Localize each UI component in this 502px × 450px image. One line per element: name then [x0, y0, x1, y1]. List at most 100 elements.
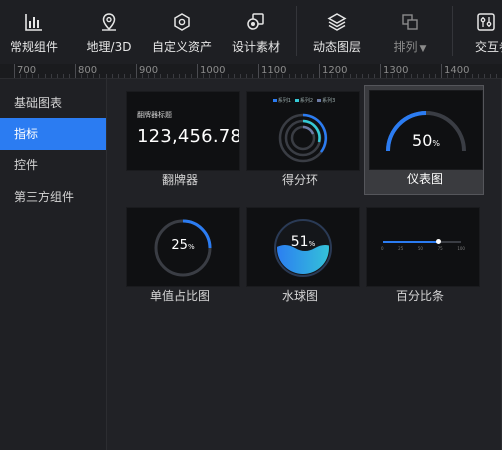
toolbar-label: 地理/3D: [86, 40, 132, 54]
ruler-minor-tick: [239, 74, 241, 78]
card-score-ring[interactable]: 系列1 系列2 系列3 得分环: [240, 85, 360, 195]
ruler-minor-tick: [50, 74, 52, 78]
card-gauge[interactable]: 50% 仪表图: [364, 85, 484, 195]
ruler-minor-tick: [325, 74, 327, 78]
single-value-ratio-thumbnail: 25%: [126, 207, 240, 287]
ruler-minor-tick: [306, 74, 308, 78]
toolbar-geo-3d[interactable]: 地理/3D: [84, 0, 134, 64]
ruler-minor-tick: [471, 74, 473, 78]
sidebar-item-basic-charts[interactable]: 基础图表: [0, 87, 106, 119]
flip-counter-thumbnail: 翻牌器标题 123,456.78: [126, 91, 240, 171]
ruler-minor-tick: [373, 74, 375, 78]
ruler-minor-tick: [20, 74, 22, 78]
ruler-minor-tick: [465, 74, 467, 78]
ratio-value: 25: [171, 238, 188, 253]
ruler-minor-tick: [282, 74, 284, 78]
percent-bar-knob: [436, 239, 441, 244]
gauge-thumbnail: 50%: [369, 90, 483, 170]
ruler-minor-tick: [483, 74, 485, 78]
card-liquid-fill[interactable]: 51% 水球图: [240, 201, 360, 311]
toolbar-interaction[interactable]: 交互参: [462, 0, 502, 64]
ruler-minor-tick: [489, 74, 491, 78]
ruler-minor-tick: [44, 74, 46, 78]
percentage-bar-thumbnail: 0 25 50 75 100: [366, 207, 480, 287]
ruler-tick: [441, 64, 442, 78]
card-label: 百分比条: [395, 289, 444, 303]
map-pin-icon: [97, 10, 121, 34]
tick-label: 25: [398, 246, 404, 251]
ruler-minor-tick: [209, 74, 211, 78]
layers-icon: [325, 10, 349, 34]
sidebar-item-indicators[interactable]: 指标: [0, 118, 106, 150]
sliders-icon: [474, 10, 498, 34]
toolbar-label: 设计素材: [231, 40, 280, 54]
card-flip-counter[interactable]: 翻牌器标题 123,456.78 翻牌器: [120, 85, 240, 195]
sidebar-item-third-party[interactable]: 第三方组件: [0, 181, 106, 213]
ruler-minor-tick: [300, 74, 302, 78]
ruler-minor-tick: [166, 74, 168, 78]
ruler-minor-tick: [172, 74, 174, 78]
ruler-minor-tick: [361, 74, 363, 78]
ruler-minor-tick: [190, 74, 192, 78]
ruler-minor-tick: [264, 74, 266, 78]
ruler-tick: [258, 64, 259, 78]
ruler-minor-tick: [178, 74, 180, 78]
score-ring-thumbnail: 系列1 系列2 系列3: [246, 91, 360, 171]
card-percentage-bar[interactable]: 0 25 50 75 100 百分比条: [360, 201, 480, 311]
ruler-minor-tick: [38, 74, 40, 78]
toolbar-divider: [452, 6, 453, 56]
ruler-minor-tick: [203, 74, 205, 78]
ruler-minor-tick: [337, 74, 339, 78]
toolbar-divider: [296, 6, 297, 56]
ruler-minor-tick: [416, 74, 418, 78]
ruler-minor-tick: [68, 74, 70, 78]
liquid-fill-thumbnail: 51%: [246, 207, 360, 287]
ruler-minor-tick: [129, 74, 131, 78]
horizontal-ruler: 700800900100011001200130014001500: [0, 64, 502, 79]
thumb-value: 123,456.78: [137, 126, 240, 147]
toolbar-label: 常规组件: [9, 40, 58, 54]
toolbar-arrange[interactable]: 排列 ▼: [386, 0, 434, 64]
tick-label: 75: [437, 246, 443, 251]
ruler-minor-tick: [99, 74, 101, 78]
ruler-minor-tick: [227, 74, 229, 78]
ruler-minor-tick: [148, 74, 150, 78]
ruler-minor-tick: [81, 74, 83, 78]
ruler-minor-tick: [123, 74, 125, 78]
toolbar-custom-assets[interactable]: 自定义资产: [150, 0, 214, 64]
ruler-minor-tick: [288, 74, 290, 78]
arrange-icon: [398, 10, 422, 34]
tick-label: 100: [457, 246, 465, 251]
sidebar-item-controls[interactable]: 控件: [0, 149, 106, 181]
ruler-minor-tick: [428, 74, 430, 78]
gauge-graphic: [386, 111, 466, 152]
ruler-minor-tick: [251, 74, 253, 78]
caret-down-icon: ▼: [419, 44, 427, 54]
ruler-minor-tick: [142, 74, 144, 78]
ruler-minor-tick: [404, 74, 406, 78]
ruler-minor-tick: [184, 74, 186, 78]
ruler-minor-tick: [245, 74, 247, 78]
ruler-minor-tick: [294, 74, 296, 78]
ruler-minor-tick: [215, 74, 217, 78]
ruler-minor-tick: [111, 74, 113, 78]
tick-label: 50: [417, 246, 423, 251]
toolbar-label: 交互参: [475, 40, 502, 54]
card-label: 水球图: [281, 289, 318, 303]
liquid-unit: %: [308, 240, 316, 248]
toolbar-label: 排列: [393, 40, 418, 54]
toolbar-common-components[interactable]: 常规组件: [6, 0, 62, 64]
ruler-minor-tick: [386, 74, 388, 78]
toolbar-dynamic-layers[interactable]: 动态图层: [310, 0, 364, 64]
ruler-minor-tick: [221, 74, 223, 78]
ruler-minor-tick: [276, 74, 278, 78]
ruler-tick: [136, 64, 137, 78]
top-toolbar: 常规组件 地理/3D 自定义资产 设计素材 动态图层 排列 ▼ 交互: [0, 0, 502, 65]
percent-bar-ticks: 0 25 50 75 100: [381, 246, 465, 251]
card-single-value-ratio[interactable]: 25% 单值占比图: [120, 201, 240, 311]
ruler-minor-tick: [453, 74, 455, 78]
ruler-minor-tick: [495, 74, 497, 78]
tick-label: 0: [381, 246, 384, 251]
toolbar-design-materials[interactable]: 设计素材: [230, 0, 282, 64]
ruler-minor-tick: [392, 74, 394, 78]
